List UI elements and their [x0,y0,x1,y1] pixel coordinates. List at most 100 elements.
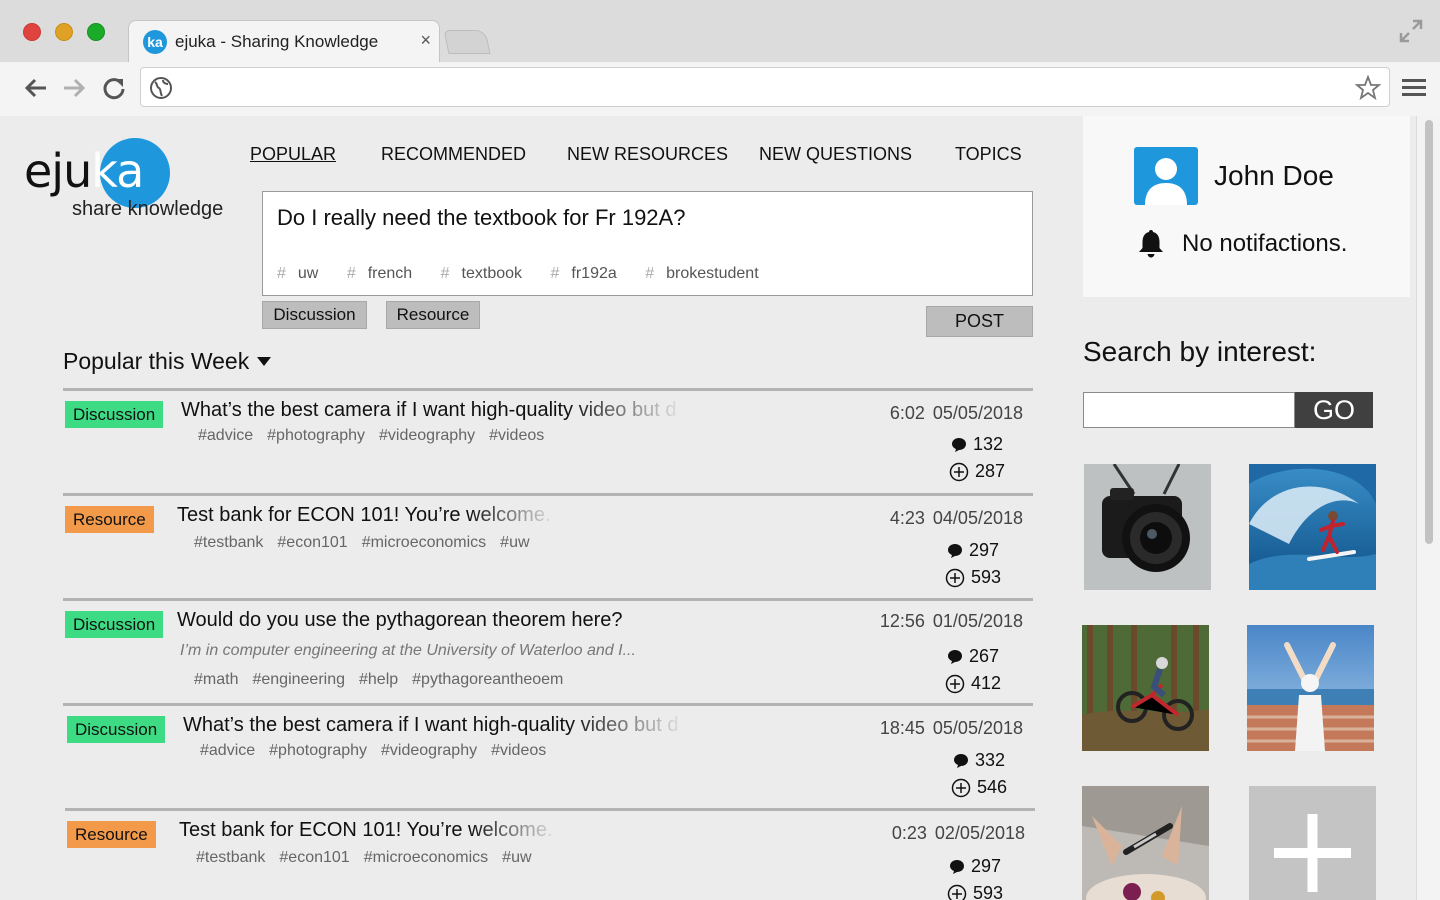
post-tag[interactable]: #pythagoreantheoem [412,671,563,688]
post-title[interactable]: What’s the best camera if I want high-qu… [183,714,678,737]
like-count[interactable]: 546 [951,777,1007,798]
comment-bubble-icon [948,543,962,558]
mountain-biking-image [1082,625,1209,751]
post-tags: #advice #photography #videography #videos [200,742,560,760]
comment-count[interactable]: 297 [949,856,1001,877]
interest-tile-surfing[interactable] [1249,464,1376,590]
minimize-window-button[interactable] [55,23,73,41]
composer-tag[interactable]: # fr192a [550,265,628,282]
post-tag[interactable]: #advice [200,742,255,759]
post-tag[interactable]: #videos [491,742,546,759]
feed-post[interactable]: Discussion What’s the best camera if I w… [63,388,1033,493]
post-title[interactable]: Test bank for ECON 101! You’re welcome. [177,504,551,527]
feed-title: Popular this Week [63,348,250,374]
post-tag[interactable]: #uw [500,534,529,551]
post-tag[interactable]: #math [194,671,238,688]
post-title[interactable]: Would do you use the pythagorean theorem… [177,609,623,632]
feed-sort-dropdown[interactable]: Popular this Week [63,348,272,375]
post-tags: #testbank #econ101 #microeconomics #uw [194,534,544,552]
post-tag[interactable]: #microeconomics [362,534,486,551]
post-tag[interactable]: #testbank [196,849,265,866]
interest-tile-mountain-biking[interactable] [1082,625,1209,751]
post-type-badge: Discussion [67,716,166,743]
post-tag[interactable]: #advice [198,427,253,444]
interest-tile-cooking[interactable] [1082,786,1209,900]
logo[interactable]: ejuka share knowledge [22,136,242,226]
like-count-value: 593 [971,567,1002,587]
bell-icon[interactable] [1138,228,1164,258]
post-tag[interactable]: #econ101 [279,849,349,866]
bookmark-star-icon[interactable] [1355,75,1381,101]
interest-tile-photography[interactable] [1084,464,1211,590]
post-tag[interactable]: #econ101 [277,534,347,551]
like-count-value: 593 [973,883,1004,900]
post-tag[interactable]: #engineering [252,671,345,688]
post-tag[interactable]: #photography [267,427,365,444]
like-count[interactable]: 593 [947,883,1003,900]
post-tag[interactable]: #videography [381,742,477,759]
feed-post[interactable]: Discussion What’s the best camera if I w… [63,703,1033,808]
nav-new-resources[interactable]: NEW RESOURCES [567,144,728,165]
feed-post[interactable]: Resource Test bank for ECON 101! You’re … [65,808,1035,900]
tab-close-icon[interactable]: × [420,30,431,51]
post-tag[interactable]: #testbank [194,534,263,551]
post-button[interactable]: POST [926,306,1033,337]
like-count[interactable]: 593 [945,567,1001,588]
add-interest-button[interactable] [1249,786,1376,900]
back-arrow-icon[interactable] [22,74,50,102]
feed-post[interactable]: Resource Test bank for ECON 101! You’re … [63,493,1033,598]
nav-recommended[interactable]: RECOMMENDED [381,144,526,165]
interest-tile-travel[interactable] [1247,625,1374,751]
maximize-window-button[interactable] [87,23,105,41]
post-tag[interactable]: #videography [379,427,475,444]
nav-popular[interactable]: POPULAR [250,144,336,165]
fullscreen-icon[interactable] [1398,18,1424,44]
like-count[interactable]: 412 [945,673,1001,694]
resource-type-button[interactable]: Resource [386,301,480,329]
post-tag[interactable]: #microeconomics [364,849,488,866]
composer-tag[interactable]: # french [347,265,424,282]
address-bar[interactable] [140,67,1390,107]
discussion-type-button[interactable]: Discussion [262,301,367,329]
comment-count-value: 297 [971,856,1002,876]
post-tag[interactable]: #help [359,671,398,688]
interest-search-input[interactable] [1083,392,1295,428]
post-composer[interactable]: Do I really need the textbook for Fr 192… [262,191,1033,296]
composer-tag[interactable]: # brokestudent [645,265,770,282]
feed-post[interactable]: Discussion Would do you use the pythagor… [63,598,1033,703]
close-window-button[interactable] [23,23,41,41]
user-name[interactable]: John Doe [1214,160,1334,192]
scrollbar-thumb[interactable] [1425,120,1433,544]
composer-tag[interactable]: # textbook [441,265,534,282]
reload-icon[interactable] [100,74,128,102]
like-count[interactable]: 287 [949,461,1005,482]
post-timestamp: 0:23 02/05/2018 [892,823,1025,844]
composer-tags[interactable]: # uw # french # textbook # fr192a # brokestud… [277,265,783,283]
post-timestamp: 4:23 04/05/2018 [890,508,1023,529]
post-tag[interactable]: #videos [489,427,544,444]
post-time: 18:45 [879,718,925,738]
composer-text[interactable]: Do I really need the textbook for Fr 192… [277,205,685,231]
post-tags: #math #engineering #help #pythagoreantheoem [194,671,577,689]
menu-icon[interactable] [1400,74,1428,102]
comment-count[interactable]: 332 [953,750,1005,771]
post-tag[interactable]: #photography [269,742,367,759]
new-tab-button[interactable] [443,30,491,54]
favicon-icon: ka [143,30,167,54]
composer-tag[interactable]: # uw [277,265,330,282]
scrollbar[interactable] [1416,116,1440,900]
comment-count[interactable]: 297 [947,540,999,561]
post-tag[interactable]: #uw [502,849,531,866]
browser-tab[interactable]: ka ejuka - Sharing Knowledge × [128,20,440,62]
avatar[interactable] [1134,147,1198,205]
nav-topics[interactable]: TOPICS [955,144,1022,165]
post-title[interactable]: What’s the best camera if I want high-qu… [181,399,676,422]
post-title[interactable]: Test bank for ECON 101! You’re welcome. [179,819,553,842]
go-button[interactable]: GO [1295,392,1373,428]
forward-arrow-icon[interactable] [60,74,88,102]
logo-word-b: ka [91,144,144,198]
notification-status: No notifactions. [1182,230,1348,257]
comment-count[interactable]: 132 [951,434,1003,455]
nav-new-questions[interactable]: NEW QUESTIONS [759,144,912,165]
comment-count[interactable]: 267 [947,646,999,667]
